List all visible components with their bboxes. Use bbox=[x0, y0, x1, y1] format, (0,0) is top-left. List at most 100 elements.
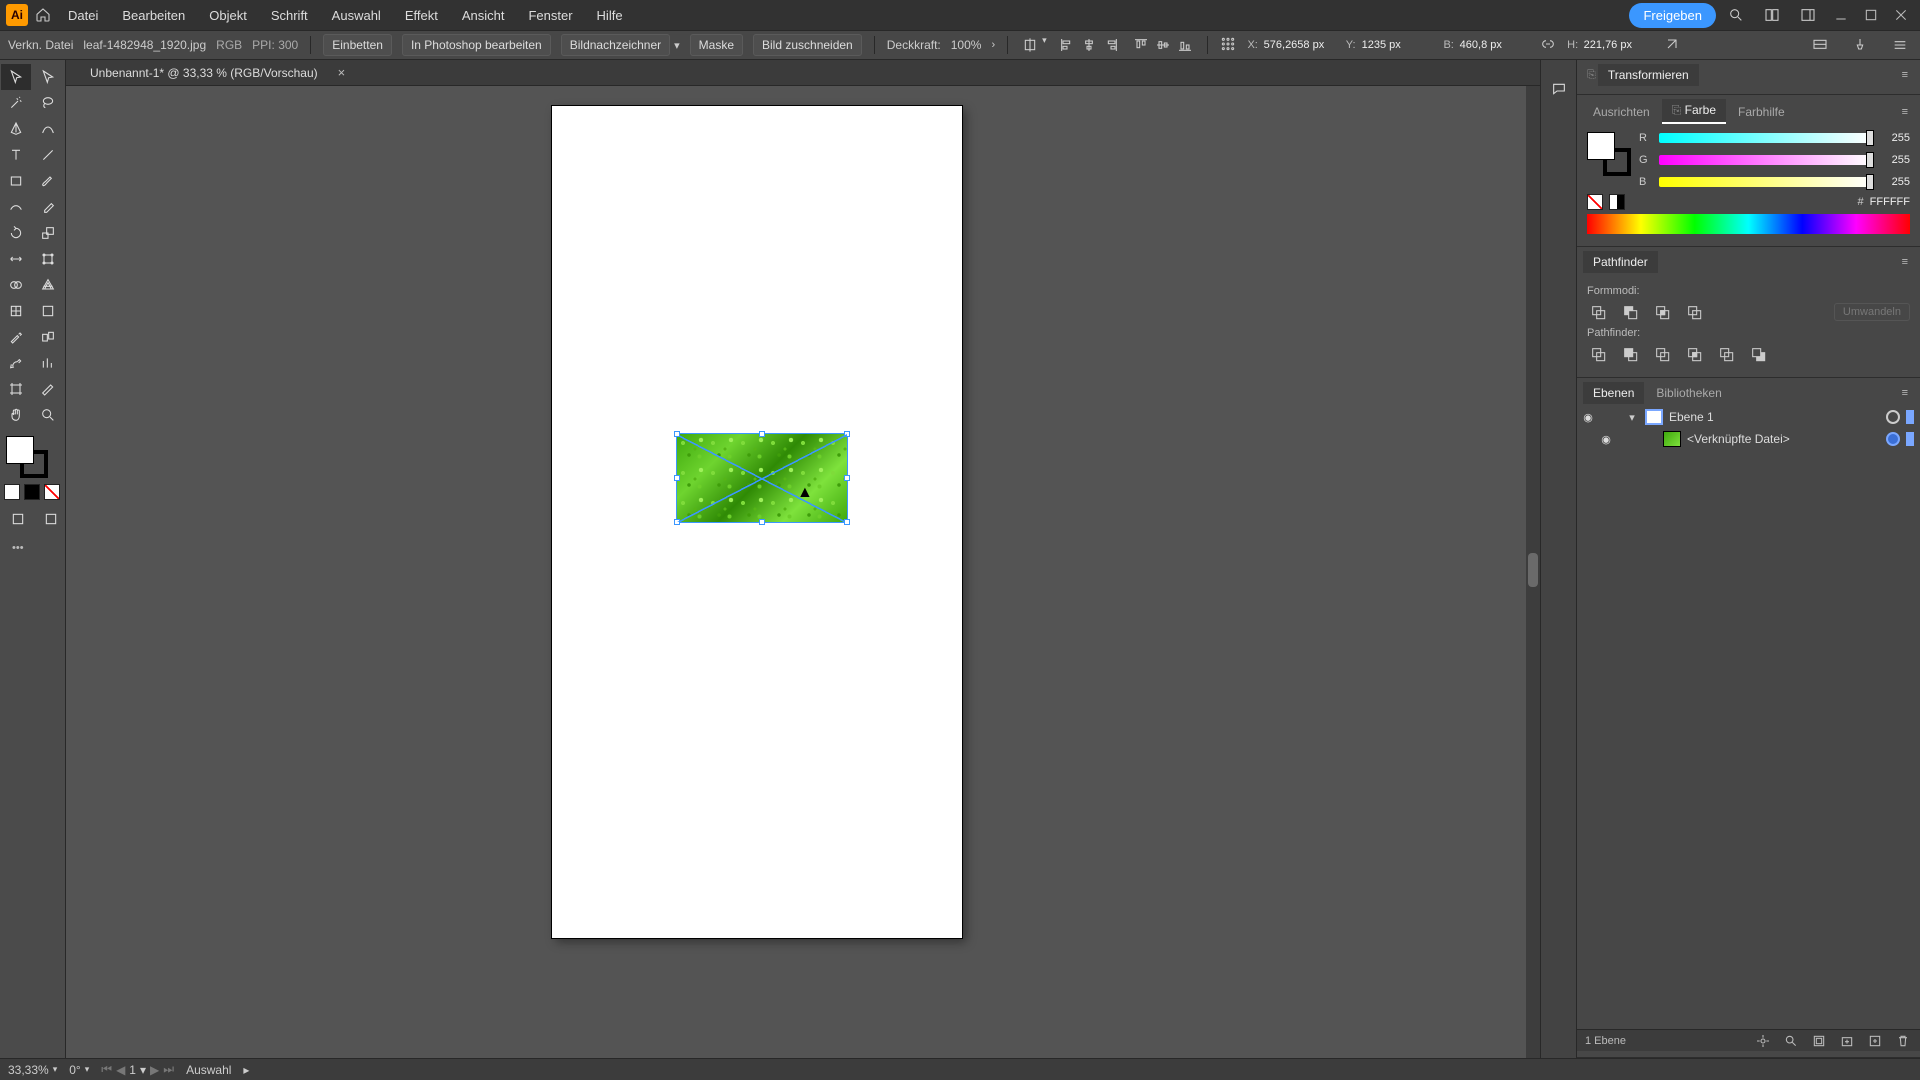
optionsbar-menu-icon[interactable] bbox=[1888, 35, 1912, 55]
rectangle-tool-icon[interactable] bbox=[1, 168, 31, 194]
align-right-icon[interactable] bbox=[1101, 35, 1121, 55]
new-sublayer-icon[interactable] bbox=[1838, 1032, 1856, 1050]
image-trace-dropdown-icon[interactable]: ▾ bbox=[674, 39, 680, 52]
none-swatch-icon[interactable] bbox=[1587, 194, 1603, 210]
magic-wand-tool-icon[interactable] bbox=[1, 90, 31, 116]
zoom-tool-icon[interactable] bbox=[33, 402, 63, 428]
zoom-level-dropdown[interactable]: 33,33%▾ bbox=[8, 1063, 57, 1077]
g-value[interactable]: 255 bbox=[1878, 154, 1910, 166]
type-tool-icon[interactable] bbox=[1, 142, 31, 168]
comments-panel-icon[interactable] bbox=[1548, 78, 1570, 100]
target-icon[interactable] bbox=[1886, 432, 1900, 446]
edit-in-photoshop-button[interactable]: In Photoshop bearbeiten bbox=[402, 34, 551, 56]
direct-selection-tool-icon[interactable] bbox=[33, 64, 63, 90]
artboard-first-icon[interactable]: ⏮ bbox=[101, 1062, 112, 1077]
arrange-docs-icon[interactable] bbox=[1759, 2, 1785, 28]
align-vcenter-icon[interactable] bbox=[1153, 35, 1173, 55]
window-minimize-icon[interactable] bbox=[1832, 6, 1850, 24]
free-transform-tool-icon[interactable] bbox=[33, 246, 63, 272]
linked-image[interactable]: ▲ bbox=[677, 434, 847, 522]
rotate-view-dropdown[interactable]: 0°▾ bbox=[69, 1063, 89, 1077]
gpu-preview-icon[interactable] bbox=[1808, 35, 1832, 55]
crop-icon[interactable] bbox=[1683, 343, 1705, 365]
screen-mode-dropdown-icon[interactable] bbox=[38, 506, 65, 532]
tab-color[interactable]: ⎘ Farbe bbox=[1662, 99, 1726, 124]
hex-value[interactable]: FFFFFF bbox=[1870, 196, 1910, 208]
color-mode-icon[interactable] bbox=[4, 484, 20, 500]
menu-bearbeiten[interactable]: Bearbeiten bbox=[112, 2, 195, 29]
menu-fenster[interactable]: Fenster bbox=[518, 2, 582, 29]
x-value[interactable]: 576,2658 px bbox=[1264, 39, 1334, 51]
screen-mode-normal-icon[interactable] bbox=[5, 506, 32, 532]
menu-hilfe[interactable]: Hilfe bbox=[587, 2, 633, 29]
pin-panel-icon[interactable] bbox=[1848, 35, 1872, 55]
fill-stroke-swatch[interactable] bbox=[6, 436, 48, 478]
layers-panel-menu-icon[interactable]: ≡ bbox=[1902, 387, 1914, 399]
line-tool-icon[interactable] bbox=[33, 142, 63, 168]
delete-layer-icon[interactable] bbox=[1894, 1032, 1912, 1050]
mask-button[interactable]: Maske bbox=[690, 34, 743, 56]
paintbrush-tool-icon[interactable] bbox=[33, 168, 63, 194]
transform-ref-point-icon[interactable] bbox=[1220, 36, 1236, 55]
column-graph-tool-icon[interactable] bbox=[33, 350, 63, 376]
tab-color-guide[interactable]: Farbhilfe bbox=[1728, 101, 1795, 123]
menu-effekt[interactable]: Effekt bbox=[395, 2, 448, 29]
status-caret-icon[interactable]: ▸ bbox=[243, 1063, 249, 1077]
gradient-tool-icon[interactable] bbox=[33, 298, 63, 324]
pen-tool-icon[interactable] bbox=[1, 116, 31, 142]
artboard-index[interactable]: 1 bbox=[129, 1063, 136, 1077]
rotate-tool-icon[interactable] bbox=[1, 220, 31, 246]
mesh-tool-icon[interactable] bbox=[1, 298, 31, 324]
menu-datei[interactable]: Datei bbox=[58, 2, 108, 29]
align-top-icon[interactable] bbox=[1131, 35, 1151, 55]
artboard[interactable]: ▲ bbox=[552, 106, 962, 938]
image-trace-button[interactable]: Bildnachzeichner bbox=[561, 34, 670, 56]
color-panel-menu-icon[interactable]: ≡ bbox=[1902, 106, 1914, 118]
disclosure-icon[interactable]: ▾ bbox=[1625, 411, 1639, 424]
layer-name[interactable]: Ebene 1 bbox=[1669, 410, 1880, 424]
divide-icon[interactable] bbox=[1587, 343, 1609, 365]
curvature-tool-icon[interactable] bbox=[33, 116, 63, 142]
align-to-dropdown[interactable]: ▾ bbox=[1020, 35, 1047, 55]
tab-align[interactable]: Ausrichten bbox=[1583, 101, 1660, 123]
layer-row[interactable]: ◉ <Verknüpfte Datei> bbox=[1577, 428, 1920, 450]
layers-search-icon[interactable] bbox=[1782, 1032, 1800, 1050]
locate-object-icon[interactable] bbox=[1754, 1032, 1772, 1050]
target-icon[interactable] bbox=[1886, 410, 1900, 424]
slice-tool-icon[interactable] bbox=[33, 376, 63, 402]
pathfinder-menu-icon[interactable]: ≡ bbox=[1902, 256, 1914, 268]
shear-icon[interactable] bbox=[1664, 36, 1680, 55]
layer-row[interactable]: ◉ ▾ Ebene 1 bbox=[1577, 406, 1920, 428]
scale-tool-icon[interactable] bbox=[33, 220, 63, 246]
merge-icon[interactable] bbox=[1651, 343, 1673, 365]
menu-objekt[interactable]: Objekt bbox=[199, 2, 257, 29]
canvas-area[interactable]: ▲ bbox=[66, 86, 1540, 1058]
tab-transform[interactable]: Transformieren bbox=[1598, 64, 1699, 86]
search-icon[interactable] bbox=[1723, 2, 1749, 28]
menu-schrift[interactable]: Schrift bbox=[261, 2, 318, 29]
opacity-caret-icon[interactable]: › bbox=[991, 39, 995, 51]
outline-icon[interactable] bbox=[1715, 343, 1737, 365]
menu-ansicht[interactable]: Ansicht bbox=[452, 2, 515, 29]
artboard-tool-icon[interactable] bbox=[1, 376, 31, 402]
align-left-icon[interactable] bbox=[1057, 35, 1077, 55]
transform-panel-menu-icon[interactable]: ≡ bbox=[1902, 69, 1914, 81]
artboard-next-icon[interactable]: ▶ bbox=[150, 1063, 159, 1077]
bw-swatch-icon[interactable] bbox=[1609, 194, 1625, 210]
home-icon[interactable] bbox=[32, 4, 54, 26]
lasso-tool-icon[interactable] bbox=[33, 90, 63, 116]
blend-tool-icon[interactable] bbox=[33, 324, 63, 350]
hand-tool-icon[interactable] bbox=[1, 402, 31, 428]
g-slider[interactable] bbox=[1659, 155, 1870, 165]
none-mode-icon[interactable] bbox=[44, 484, 60, 500]
document-tab-close-icon[interactable]: × bbox=[334, 65, 350, 80]
r-slider[interactable] bbox=[1659, 133, 1870, 143]
vertical-scrollbar[interactable] bbox=[1526, 86, 1540, 1058]
align-bottom-icon[interactable] bbox=[1175, 35, 1195, 55]
embed-button[interactable]: Einbetten bbox=[323, 34, 392, 56]
share-button[interactable]: Freigeben bbox=[1629, 3, 1716, 28]
edit-toolbar-icon[interactable]: ••• bbox=[0, 542, 65, 554]
crop-image-button[interactable]: Bild zuschneiden bbox=[753, 34, 862, 56]
document-tab[interactable]: Unbenannt-1* @ 33,33 % (RGB/Vorschau) bbox=[84, 62, 324, 84]
workspace-icon[interactable] bbox=[1795, 2, 1821, 28]
